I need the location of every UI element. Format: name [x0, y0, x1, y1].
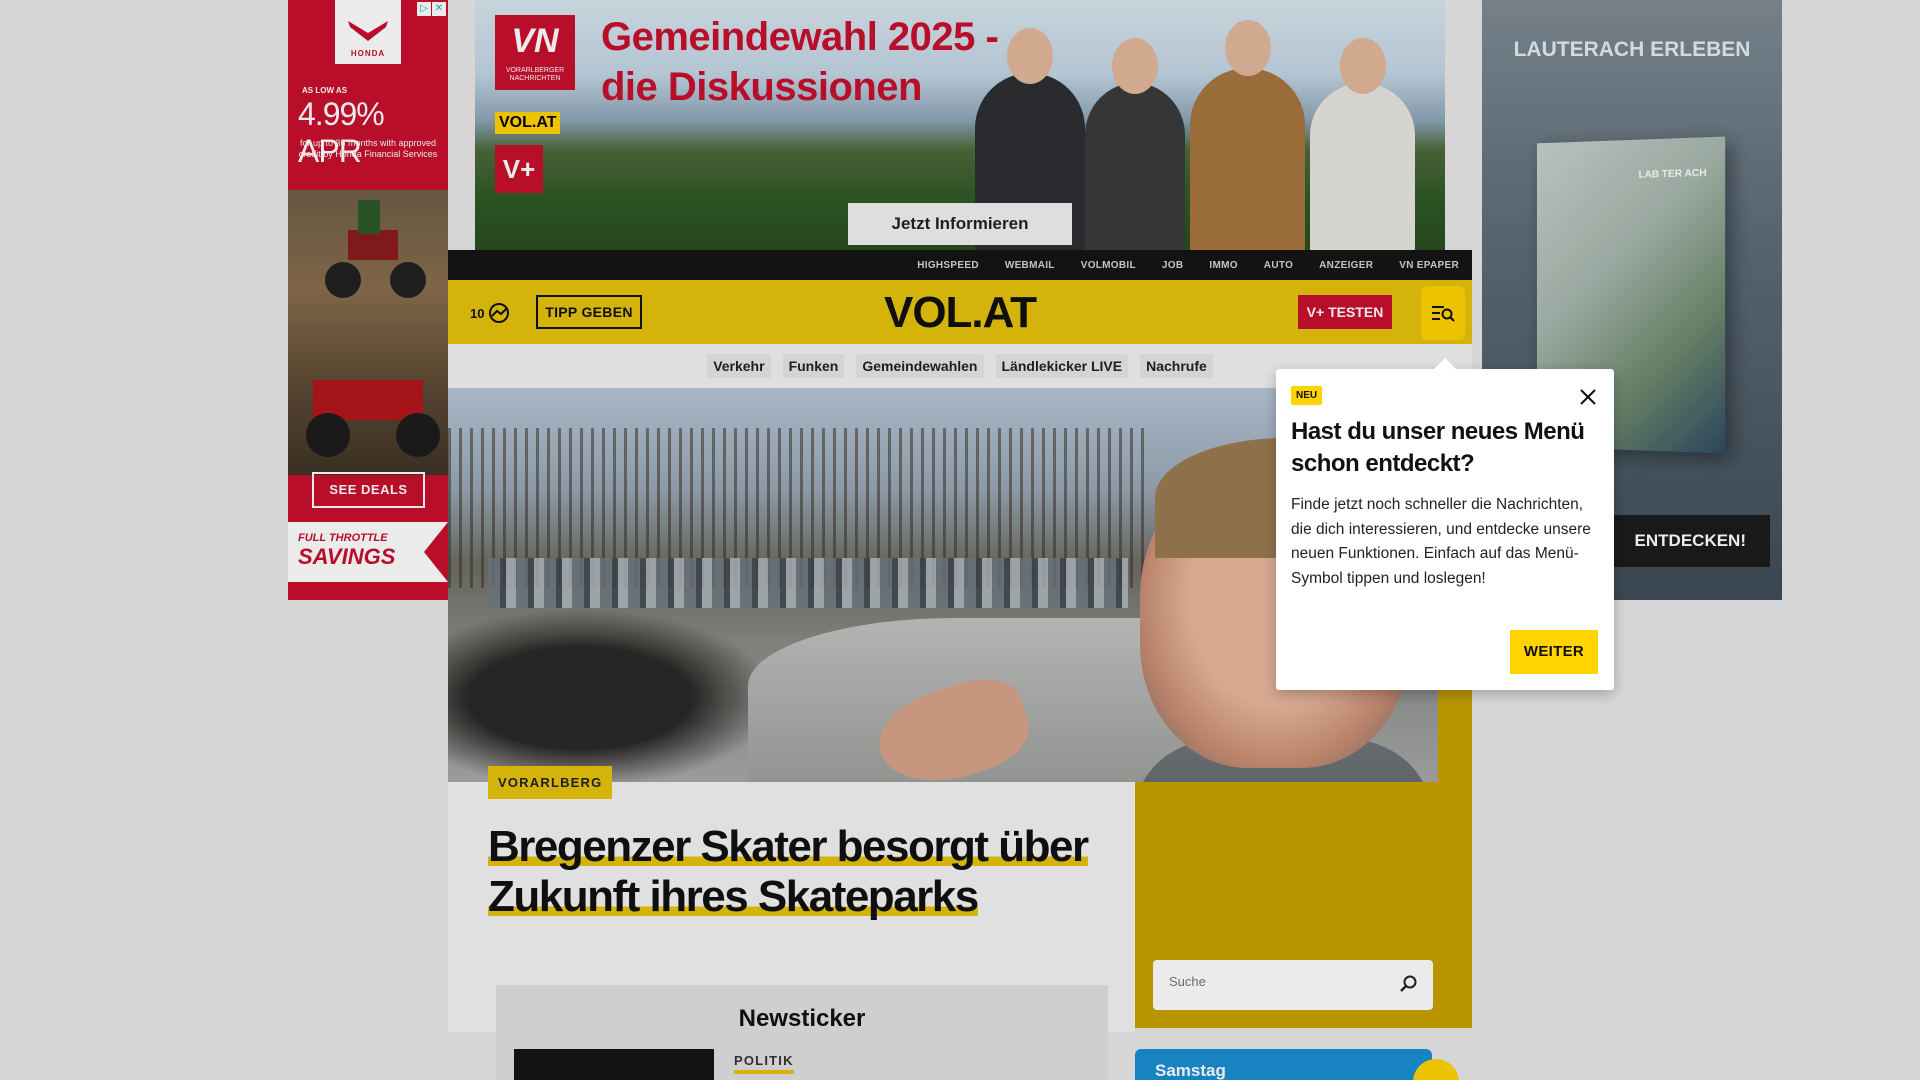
vn-logo-mark: VN — [511, 22, 559, 60]
tagline-bottom: SAVINGS — [298, 544, 396, 569]
weiter-button[interactable]: WEITER — [1510, 630, 1598, 674]
menu-button[interactable] — [1421, 286, 1465, 340]
banner-title-line1: Gemeindewahl 2025 - — [601, 15, 999, 59]
person — [1190, 20, 1305, 250]
newsticker-category[interactable]: POLITIK — [734, 1053, 794, 1074]
topic-laendlekicker-live[interactable]: Ländlekicker LIVE — [995, 354, 1129, 378]
atv-image — [288, 190, 448, 475]
crowd — [448, 608, 778, 782]
parked-cars — [488, 558, 1128, 608]
banner-title-line2: die Diskussionen — [601, 65, 922, 109]
person — [1310, 38, 1415, 250]
close-icon[interactable]: ✕ — [432, 2, 446, 16]
search-icon[interactable] — [1399, 974, 1419, 994]
close-icon[interactable] — [1578, 387, 1598, 407]
search-input[interactable] — [1169, 974, 1389, 989]
topbar-link-vn-epaper[interactable]: VN EPAPER — [1386, 260, 1472, 271]
newsticker: Newsticker POLITIK — [496, 985, 1108, 1080]
popup-body: Finde jetzt noch schneller die Nachricht… — [1291, 496, 1591, 587]
topbar-link-anzeiger[interactable]: ANZEIGER — [1306, 260, 1386, 271]
vn-logo-sub: VORARLBERGER NACHRICHTEN — [505, 67, 565, 82]
see-deals-button[interactable]: SEE DEALS — [312, 472, 425, 508]
new-badge: NEU — [1291, 386, 1323, 405]
honda-brand: HONDA — [350, 49, 386, 58]
topic-funken[interactable]: Funken — [782, 354, 845, 378]
adchoices-icon[interactable]: ▷ — [417, 2, 431, 16]
vplus-testen-button[interactable]: V+ TESTEN — [1298, 295, 1392, 329]
weather-widget[interactable]: 10 — [470, 302, 510, 324]
vol-badge: VOL.AT — [495, 112, 561, 134]
menu-search-icon — [1432, 306, 1455, 322]
headline-line1: Bregenzer Skater besorgt über — [488, 822, 1089, 871]
book-text: LAB TER ACH — [1638, 167, 1707, 181]
topbar-link-job[interactable]: JOB — [1149, 260, 1196, 271]
apr-note: for up to 36 months with approved credit… — [298, 138, 438, 159]
weather-day: Samstag — [1155, 1061, 1226, 1080]
tipp-geben-button[interactable]: TIPP GEBEN — [536, 295, 642, 329]
weather-temp: 10 — [470, 305, 485, 321]
topbar-link-volmobil[interactable]: VOLMOBIL — [1068, 260, 1149, 271]
search-box[interactable] — [1153, 960, 1433, 1010]
gemeindewahl-banner[interactable]: VN VORARLBERGER NACHRICHTEN VOL.AT V+ Ge… — [475, 0, 1445, 250]
newsticker-thumbnail[interactable] — [514, 1049, 714, 1080]
headline-line2: Zukunft ihres Skateparks — [488, 872, 979, 921]
topbar-link-immo[interactable]: IMMO — [1196, 260, 1250, 271]
main-header: 10 TIPP GEBEN VOL.AT V+ TESTEN — [448, 280, 1472, 344]
jetzt-informieren-button[interactable]: Jetzt Informieren — [848, 203, 1072, 245]
person — [1085, 38, 1185, 250]
article-kicker[interactable]: VORARLBERG — [488, 766, 613, 799]
sun-icon — [1413, 1059, 1459, 1080]
honda-logo: HONDA — [335, 0, 401, 64]
honda-ad[interactable]: ▷ ✕ HONDA AS LOW AS 4.99% APR for up to … — [288, 0, 448, 600]
tagline-top: FULL THROTTLE — [298, 532, 388, 544]
topic-verkehr[interactable]: Verkehr — [707, 354, 771, 378]
banner-title: Gemeindewahl 2025 - die Diskussionen — [601, 12, 999, 112]
article-headline[interactable]: Bregenzer Skater besorgt über Zukunft ih… — [488, 822, 1108, 922]
adchoices[interactable]: ▷ ✕ — [417, 2, 446, 16]
topbar-link-webmail[interactable]: WEBMAIL — [992, 260, 1068, 271]
lauterach-title: LAUTERACH ERLEBEN — [1513, 38, 1751, 61]
topbar-link-highspeed[interactable]: HIGHSPEED — [904, 260, 992, 271]
apr-prefix: AS LOW AS — [302, 86, 348, 95]
vplus-badge: V+ — [495, 145, 543, 193]
popup-title: Hast du unser neues Menü schon entdeckt? — [1291, 418, 1585, 477]
topic-nachrufe[interactable]: Nachrufe — [1140, 354, 1213, 378]
topic-gemeindewahlen[interactable]: Gemeindewahlen — [856, 354, 984, 378]
topbar-link-auto[interactable]: AUTO — [1251, 260, 1306, 271]
savings-tagline: FULL THROTTLE SAVINGS — [288, 522, 448, 582]
service-topbar: HIGHSPEED WEBMAIL VOLMOBIL JOB IMMO AUTO… — [448, 250, 1472, 280]
newsticker-title: Newsticker — [738, 1005, 866, 1032]
weather-icon — [489, 303, 510, 323]
vn-logo: VN VORARLBERGER NACHRICHTEN — [495, 15, 575, 90]
menu-onboarding-popup: NEU Hast du unser neues Menü schon entde… — [1276, 358, 1614, 690]
honda-wing-icon — [348, 21, 388, 41]
weather-card[interactable]: Samstag — [1135, 1049, 1459, 1080]
